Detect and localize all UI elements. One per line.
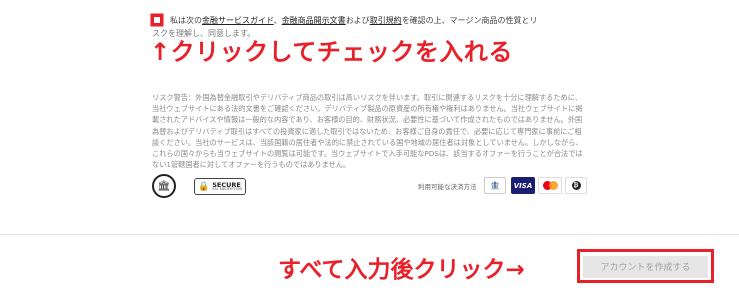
secure-subtitle: SSL ENCRYPTION bbox=[212, 187, 242, 191]
consent-checkbox[interactable] bbox=[152, 15, 162, 25]
ssl-secure-badge: 🔒 SECURE SSL ENCRYPTION bbox=[194, 178, 246, 195]
consent-suffix: を確認の上、マージン商品の性質とリ bbox=[401, 16, 538, 25]
footer-divider bbox=[0, 234, 739, 235]
annotation-click-submit: すべて入力後クリック→ bbox=[278, 257, 525, 283]
consent-and: および bbox=[345, 16, 370, 25]
lock-icon: 🔒 bbox=[198, 181, 210, 192]
consent-prefix: 私は次の bbox=[170, 16, 202, 25]
bank-transfer-icon: 🏦 bbox=[484, 177, 506, 194]
consent-separator: 、 bbox=[273, 16, 282, 25]
financial-services-guide-link[interactable]: 金融サービスガイド bbox=[202, 16, 274, 25]
visa-icon: VISA bbox=[511, 177, 535, 194]
payment-methods-label: 利用可能な決済方法 bbox=[418, 183, 477, 191]
terms-link[interactable]: 取引規約 bbox=[370, 16, 402, 25]
product-disclosure-link[interactable]: 金融商品開示文書 bbox=[282, 16, 346, 25]
bitcoin-icon: ₿ bbox=[565, 177, 587, 194]
risk-warning: リスク警告：外国為替金融取引やデリバティブ商品の取引は高いリスクを伴います。取引… bbox=[152, 93, 583, 170]
mastercard-icon bbox=[538, 177, 562, 194]
create-account-button[interactable]: アカウントを作成する bbox=[583, 255, 708, 278]
submit-highlight: アカウントを作成する bbox=[577, 249, 714, 283]
annotation-click-check: ↑クリックしてチェックを入れる bbox=[150, 38, 513, 66]
consent-text: 私は次の金融サービスガイド、金融商品開示文書および取引規約を確認の上、マージン商… bbox=[152, 14, 592, 27]
regulator-seal-icon: 🏛 bbox=[152, 174, 176, 198]
